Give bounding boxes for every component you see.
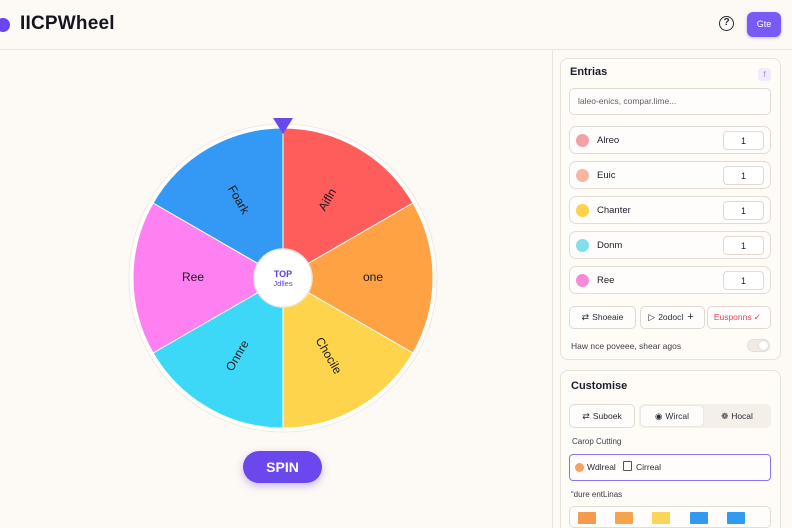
style-value-secondary: Cirreal (636, 462, 662, 472)
shuffle-button[interactable]: ⇄ Shoeaie (569, 306, 636, 329)
entry-quantity-input[interactable]: 1 (723, 271, 764, 290)
tab-wircal[interactable]: ◉ Wircal (641, 406, 703, 426)
app-title: IICPWheel (20, 13, 115, 34)
radio-icon: ◉ (654, 411, 663, 421)
spin-button[interactable]: SPIN (243, 451, 322, 483)
panel-divider (552, 50, 553, 528)
entry-quantity-input[interactable]: 1 (723, 131, 764, 150)
style-color-dot (575, 463, 584, 472)
plus-icon: + (687, 311, 694, 323)
customise-title: Customise (571, 380, 628, 392)
palette-swatch[interactable] (690, 512, 708, 524)
entries-search-input[interactable]: laleo-enics, compar.lime... (569, 88, 771, 115)
help-icon[interactable]: ? (719, 16, 734, 31)
entry-color-dot[interactable] (576, 169, 589, 182)
palette-swatch[interactable] (578, 512, 596, 524)
entry-name: Alreo (597, 135, 620, 146)
export-button[interactable]: Eusponns ✓ (707, 306, 771, 329)
entry-name: Ree (597, 275, 615, 286)
palette-row (569, 506, 771, 528)
entry-color-dot[interactable] (576, 274, 589, 287)
palette-label: “dure entLinas (571, 490, 623, 499)
add-entry-label: 2odocl (658, 312, 684, 322)
entry-name: Chanter (597, 205, 631, 216)
palette-swatch[interactable] (727, 512, 745, 524)
hint-toggle[interactable] (747, 339, 770, 352)
wheel-center-subtitle: Jdlles (273, 279, 292, 288)
entry-quantity-input[interactable]: 1 (723, 166, 764, 185)
app-header: IICPWheel ? Gte (0, 0, 792, 50)
entries-badge[interactable]: f (758, 68, 771, 81)
document-icon (623, 461, 632, 471)
wheel[interactable]: AiflnoneChocileOnnreReeFoark TOP Jdlles (0, 50, 552, 450)
gear-icon: ❁ (721, 411, 729, 421)
entries-title: Entrias (570, 66, 608, 78)
entry-color-dot[interactable] (576, 239, 589, 252)
tag-icon: ▷ (648, 312, 656, 322)
edit-icon: ✓ (753, 312, 762, 322)
style-select[interactable]: Wdlreal Cirreal (569, 454, 771, 481)
color-cutting-label: Carop Cutting (572, 437, 622, 446)
tab-subock[interactable]: ⇄ Suboek (569, 404, 635, 428)
palette-swatch[interactable] (652, 512, 670, 524)
entry-row[interactable]: Ree 1 (569, 266, 771, 294)
shuffle-icon: ⇄ (582, 411, 590, 421)
entry-row[interactable]: Donm 1 (569, 231, 771, 259)
tab-label: Hocal (731, 411, 753, 421)
entry-quantity-input[interactable]: 1 (723, 236, 764, 255)
entry-row[interactable]: Chanter 1 (569, 196, 771, 224)
export-label: Eusponns (713, 312, 752, 322)
entry-color-dot[interactable] (576, 134, 589, 147)
entries-hint-text: Haw nce poveee, shear agos (571, 341, 682, 351)
tab-hocal[interactable]: ❁ Hocal (705, 405, 769, 427)
add-entry-button[interactable]: ▷ 2odocl + (640, 306, 705, 329)
style-value: Wdlreal (587, 462, 616, 472)
entry-name: Donm (597, 240, 623, 251)
customise-panel (560, 370, 781, 528)
shuffle-label: Shoeaie (592, 312, 624, 322)
entry-row[interactable]: Alreo 1 (569, 126, 771, 154)
wheel-segment-label: Ree (182, 270, 204, 284)
tab-label: Wircal (665, 411, 690, 421)
entry-name: Euic (597, 170, 616, 181)
entry-color-dot[interactable] (576, 204, 589, 217)
toggle-knob (759, 341, 768, 350)
shuffle-icon: ⇄ (581, 312, 590, 322)
tab-label: Suboek (592, 411, 622, 421)
wheel-segment-label: one (363, 270, 383, 284)
palette-swatch[interactable] (615, 512, 633, 524)
logo-icon (0, 18, 10, 32)
wheel-center-title: TOP (274, 269, 292, 279)
entry-quantity-input[interactable]: 1 (723, 201, 764, 220)
entry-row[interactable]: Euic 1 (569, 161, 771, 189)
top-action-button[interactable]: Gte (747, 12, 781, 37)
